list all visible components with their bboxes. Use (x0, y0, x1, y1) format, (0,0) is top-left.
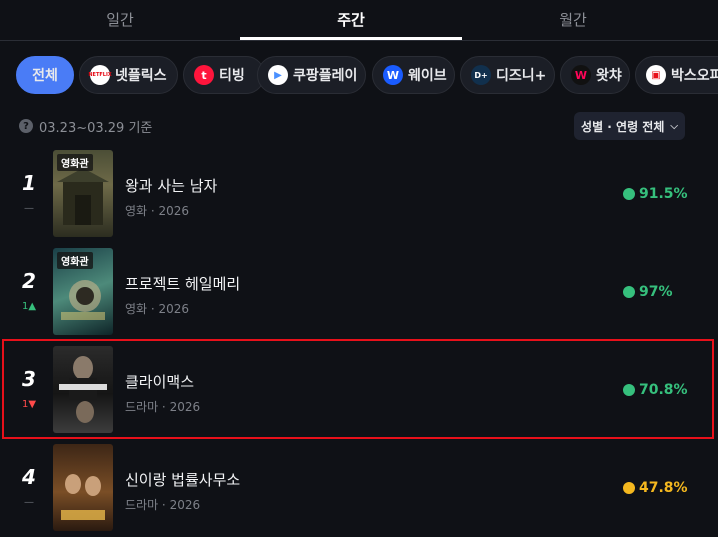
chip-coupangplay[interactable]: ▶ 쿠팡플레이 (257, 56, 366, 94)
content-title[interactable]: 신이랑 법률사무소 (125, 469, 240, 490)
score-dot-icon (623, 286, 635, 298)
rank-number: 4 (22, 465, 36, 489)
audience-score: 47.8% (623, 479, 688, 497)
platform-filter-bar: 전체 NETFLIX 넷플릭스 t 티빙 ▶ 쿠팡플레이 W 웨이브 D+ 디즈… (16, 56, 718, 96)
rank-change: 1▲ (21, 301, 37, 312)
score-value: 47.8% (639, 480, 688, 496)
coupangplay-icon: ▶ (268, 65, 288, 85)
poster-image[interactable] (53, 444, 113, 531)
content-title[interactable]: 프로젝트 헤일메리 (125, 273, 240, 294)
score-value: 91.5% (639, 186, 688, 202)
rank-change: — (24, 497, 34, 508)
ranking-row-4[interactable]: 4 — 신이랑 법률사무소 드라마 · 2026 47.8% (0, 441, 718, 537)
score-dot-icon (623, 384, 635, 396)
rank-number: 2 (22, 269, 36, 293)
chip-label: 디즈니+ (496, 68, 547, 84)
boxoffice-icon: ▣ (646, 65, 666, 85)
poster-image[interactable]: 영화관 (53, 150, 113, 237)
chip-tving[interactable]: t 티빙 (183, 56, 265, 94)
rank-number: 1 (22, 171, 36, 195)
poster-image[interactable] (53, 346, 113, 433)
period-label: ? 03.23~03.29 기준 (19, 117, 153, 136)
rank-change: — (24, 203, 34, 214)
content-meta: 영화 · 2026 (125, 302, 190, 316)
ranking-row-1[interactable]: 1 — 영화관 왕과 사는 남자 영화 · 2026 91.5% (0, 147, 718, 243)
chip-label: 전체 (32, 68, 58, 84)
chip-wavve[interactable]: W 웨이브 (372, 56, 455, 94)
audience-score: 97% (623, 283, 673, 301)
watcha-icon: W (571, 65, 591, 85)
chip-netflix[interactable]: NETFLIX 넷플릭스 (79, 56, 178, 94)
chip-label: 박스오피스 (671, 68, 718, 84)
audience-score: 91.5% (623, 185, 688, 203)
score-dot-icon (623, 188, 635, 200)
content-meta: 영화 · 2026 (125, 204, 190, 218)
chip-all[interactable]: 전체 (16, 56, 74, 94)
tab-weekly[interactable]: 주간 (240, 0, 462, 40)
content-title[interactable]: 클라이맥스 (125, 371, 194, 392)
question-icon[interactable]: ? (19, 119, 33, 133)
poster-image[interactable]: 영화관 (53, 248, 113, 335)
disneyplus-icon: D+ (471, 65, 491, 85)
score-dot-icon (623, 482, 635, 494)
filter-label: 성별 · 연령 전체 (581, 119, 665, 134)
audience-score: 70.8% (623, 381, 688, 399)
content-title[interactable]: 왕과 사는 남자 (125, 175, 217, 196)
period-tabs: 일간 주간 월간 (0, 0, 718, 41)
netflix-icon: NETFLIX (88, 65, 112, 85)
chip-label: 티빙 (219, 68, 245, 84)
chip-label: 쿠팡플레이 (293, 68, 358, 84)
theater-badge: 영화관 (57, 252, 93, 269)
score-value: 97% (639, 284, 673, 300)
chip-label: 넷플릭스 (115, 68, 167, 84)
theater-badge: 영화관 (57, 154, 93, 171)
chip-boxoffice[interactable]: ▣ 박스오피스 (635, 56, 718, 94)
active-tab-indicator (240, 37, 462, 40)
wavve-icon: W (383, 65, 403, 85)
score-value: 70.8% (639, 382, 688, 398)
chip-label: 왓챠 (596, 68, 622, 84)
tab-monthly[interactable]: 월간 (462, 0, 684, 40)
period-text: 03.23~03.29 기준 (39, 120, 153, 136)
poster-illustration (59, 356, 107, 423)
chevron-down-icon: ⌵ (670, 120, 678, 132)
chip-label: 웨이브 (408, 68, 447, 84)
tving-icon: t (194, 65, 214, 85)
ranking-row-2[interactable]: 2 1▲ 영화관 프로젝트 헤일메리 영화 · 2026 97% (0, 245, 718, 341)
ranking-row-3[interactable]: 3 1▼ 클라이맥스 드라마 · 2026 70.8% (0, 343, 718, 439)
rank-number: 3 (22, 367, 36, 391)
demographic-filter-button[interactable]: 성별 · 연령 전체 ⌵ (574, 112, 685, 140)
poster-illustration (61, 474, 105, 520)
content-meta: 드라마 · 2026 (125, 498, 201, 512)
tab-daily[interactable]: 일간 (0, 0, 240, 40)
content-meta: 드라마 · 2026 (125, 400, 201, 414)
rank-change: 1▼ (21, 399, 37, 410)
chip-watcha[interactable]: W 왓챠 (560, 56, 630, 94)
chip-disneyplus[interactable]: D+ 디즈니+ (460, 56, 555, 94)
